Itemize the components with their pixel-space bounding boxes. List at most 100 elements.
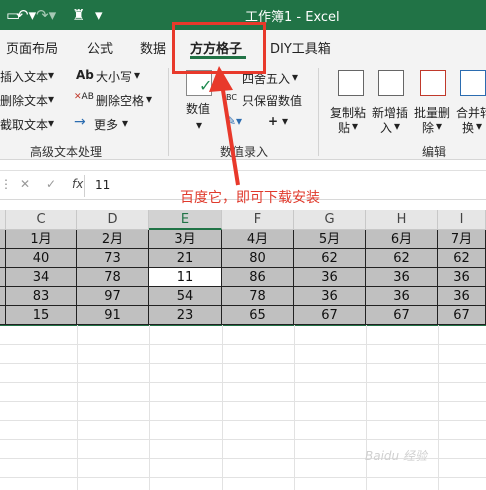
copy-paste-label-2[interactable]: 贴 <box>338 119 350 136</box>
table-cell[interactable]: 6月 <box>366 230 438 249</box>
column-header-c[interactable]: C <box>6 210 77 230</box>
column-header-i[interactable]: I <box>438 210 486 230</box>
chevron-down-icon[interactable]: ▾ <box>122 116 128 130</box>
table-cell[interactable]: 23 <box>149 306 222 325</box>
check-icon: ✓ <box>199 76 213 95</box>
chevron-down-icon[interactable]: ▾ <box>134 68 140 82</box>
chevron-down-icon[interactable]: ▾ <box>146 92 152 106</box>
formula-value: 11 <box>95 178 111 192</box>
table-cell[interactable]: 54 <box>149 287 222 306</box>
table-cell[interactable]: 65 <box>222 306 294 325</box>
tab-data[interactable]: 数据 <box>140 38 166 57</box>
table-cell[interactable]: 21 <box>149 249 222 268</box>
keep-value-button[interactable]: 只保留数值 <box>242 92 302 109</box>
table-cell[interactable]: 97 <box>77 287 149 306</box>
grid-line <box>0 439 486 440</box>
chevron-down-icon[interactable]: ▾ <box>292 70 298 84</box>
confirm-icon[interactable]: ✓ <box>46 177 56 191</box>
fx-icon[interactable]: fx <box>72 177 83 191</box>
table-cell[interactable]: 7月 <box>438 230 486 249</box>
chevron-down-icon[interactable]: ▾ <box>196 118 202 132</box>
case-button[interactable]: 大小写 <box>96 68 132 85</box>
numeric-button-label[interactable]: 数值 <box>186 100 210 117</box>
grid-line <box>294 325 295 490</box>
group-separator <box>318 68 319 156</box>
copy-paste-icon[interactable] <box>338 70 364 96</box>
table-cell[interactable]: 36 <box>438 268 486 287</box>
undo-icon[interactable]: ↶▾ <box>16 6 36 24</box>
insert-label-2[interactable]: 入 <box>380 119 392 136</box>
insert-icon[interactable] <box>378 70 404 96</box>
group-label-numeric-input: 数值录入 <box>220 145 269 159</box>
redo-icon[interactable]: ↷▾ <box>36 6 56 24</box>
table-cell[interactable]: 36 <box>366 287 438 306</box>
table-cell[interactable]: 1月 <box>6 230 77 249</box>
table-cell[interactable]: 83 <box>6 287 77 306</box>
table-cell[interactable]: 78 <box>77 268 149 287</box>
table-cell[interactable]: 91 <box>77 306 149 325</box>
column-header-h[interactable]: H <box>366 210 438 230</box>
chevron-down-icon[interactable]: ▾ <box>48 92 54 106</box>
table-cell[interactable]: 67 <box>366 306 438 325</box>
chevron-down-icon[interactable]: ▾ <box>476 119 482 133</box>
table-cell[interactable]: 78 <box>222 287 294 306</box>
highlight-box <box>172 22 266 74</box>
table-cell[interactable]: 15 <box>6 306 77 325</box>
table-cell[interactable]: 67 <box>294 306 366 325</box>
tab-diy-toolbox[interactable]: DIY工具箱 <box>270 38 331 57</box>
table-cell[interactable]: 36 <box>294 287 366 306</box>
grid-line <box>0 477 486 478</box>
merge-convert-label-2[interactable]: 换 <box>462 119 474 136</box>
table-cell[interactable]: 34 <box>6 268 77 287</box>
grid-line <box>0 344 486 345</box>
column-header-e[interactable]: E <box>149 210 222 230</box>
cancel-icon[interactable]: ✕ <box>20 177 30 191</box>
case-icon: Ab <box>76 68 94 82</box>
format-painter-icon[interactable]: ♜ <box>72 6 85 24</box>
column-header-g[interactable]: G <box>294 210 366 230</box>
table-cell[interactable]: 4月 <box>222 230 294 249</box>
chevron-down-icon[interactable]: ▾ <box>436 119 442 133</box>
delete-space-button[interactable]: 删除空格 <box>96 92 144 109</box>
table-cell[interactable]: 62 <box>438 249 486 268</box>
more-options-icon: ⋮ <box>0 177 12 191</box>
plus-button[interactable]: + <box>268 114 278 128</box>
grid-line <box>222 325 223 490</box>
table-cell[interactable]: 62 <box>294 249 366 268</box>
extract-text-button[interactable]: 截取文本 <box>0 116 48 133</box>
table-cell[interactable]: 5月 <box>294 230 366 249</box>
table-cell[interactable]: 80 <box>222 249 294 268</box>
batch-delete-icon[interactable] <box>420 70 446 96</box>
table-cell[interactable]: 36 <box>366 268 438 287</box>
table-cell[interactable]: 36 <box>294 268 366 287</box>
more-button[interactable]: 更多 <box>94 116 118 133</box>
table-cell[interactable]: 2月 <box>77 230 149 249</box>
edit-icon[interactable]: ✎▾ <box>226 114 242 128</box>
delete-text-button[interactable]: 删除文本 <box>0 92 48 109</box>
grid-line <box>0 401 486 402</box>
selected-cell[interactable]: 11 <box>149 268 222 287</box>
tab-formulas[interactable]: 公式 <box>87 38 113 57</box>
chevron-down-icon[interactable]: ▾ <box>352 119 358 133</box>
table-cell[interactable]: 86 <box>222 268 294 287</box>
arrow-right-icon: → <box>74 114 86 130</box>
chevron-down-icon[interactable]: ▾ <box>48 68 54 82</box>
grid-line <box>0 325 486 326</box>
chevron-down-icon[interactable]: ▾ <box>95 6 103 24</box>
chevron-down-icon[interactable]: ▾ <box>48 116 54 130</box>
insert-text-button[interactable]: 插入文本 <box>0 68 48 85</box>
table-cell[interactable]: 67 <box>438 306 486 325</box>
column-header-d[interactable]: D <box>77 210 149 230</box>
table-cell[interactable]: 3月 <box>149 230 222 249</box>
table-cell[interactable]: 40 <box>6 249 77 268</box>
group-label-edit: 编辑 <box>422 145 447 159</box>
batch-delete-label-2[interactable]: 除 <box>422 119 434 136</box>
table-cell[interactable]: 36 <box>438 287 486 306</box>
table-cell[interactable]: 73 <box>77 249 149 268</box>
chevron-down-icon[interactable]: ▾ <box>394 119 400 133</box>
chevron-down-icon[interactable]: ▾ <box>282 114 288 128</box>
column-header-f[interactable]: F <box>222 210 294 230</box>
tab-page-layout[interactable]: 页面布局 <box>6 38 58 57</box>
table-cell[interactable]: 62 <box>366 249 438 268</box>
merge-convert-icon[interactable] <box>460 70 486 96</box>
